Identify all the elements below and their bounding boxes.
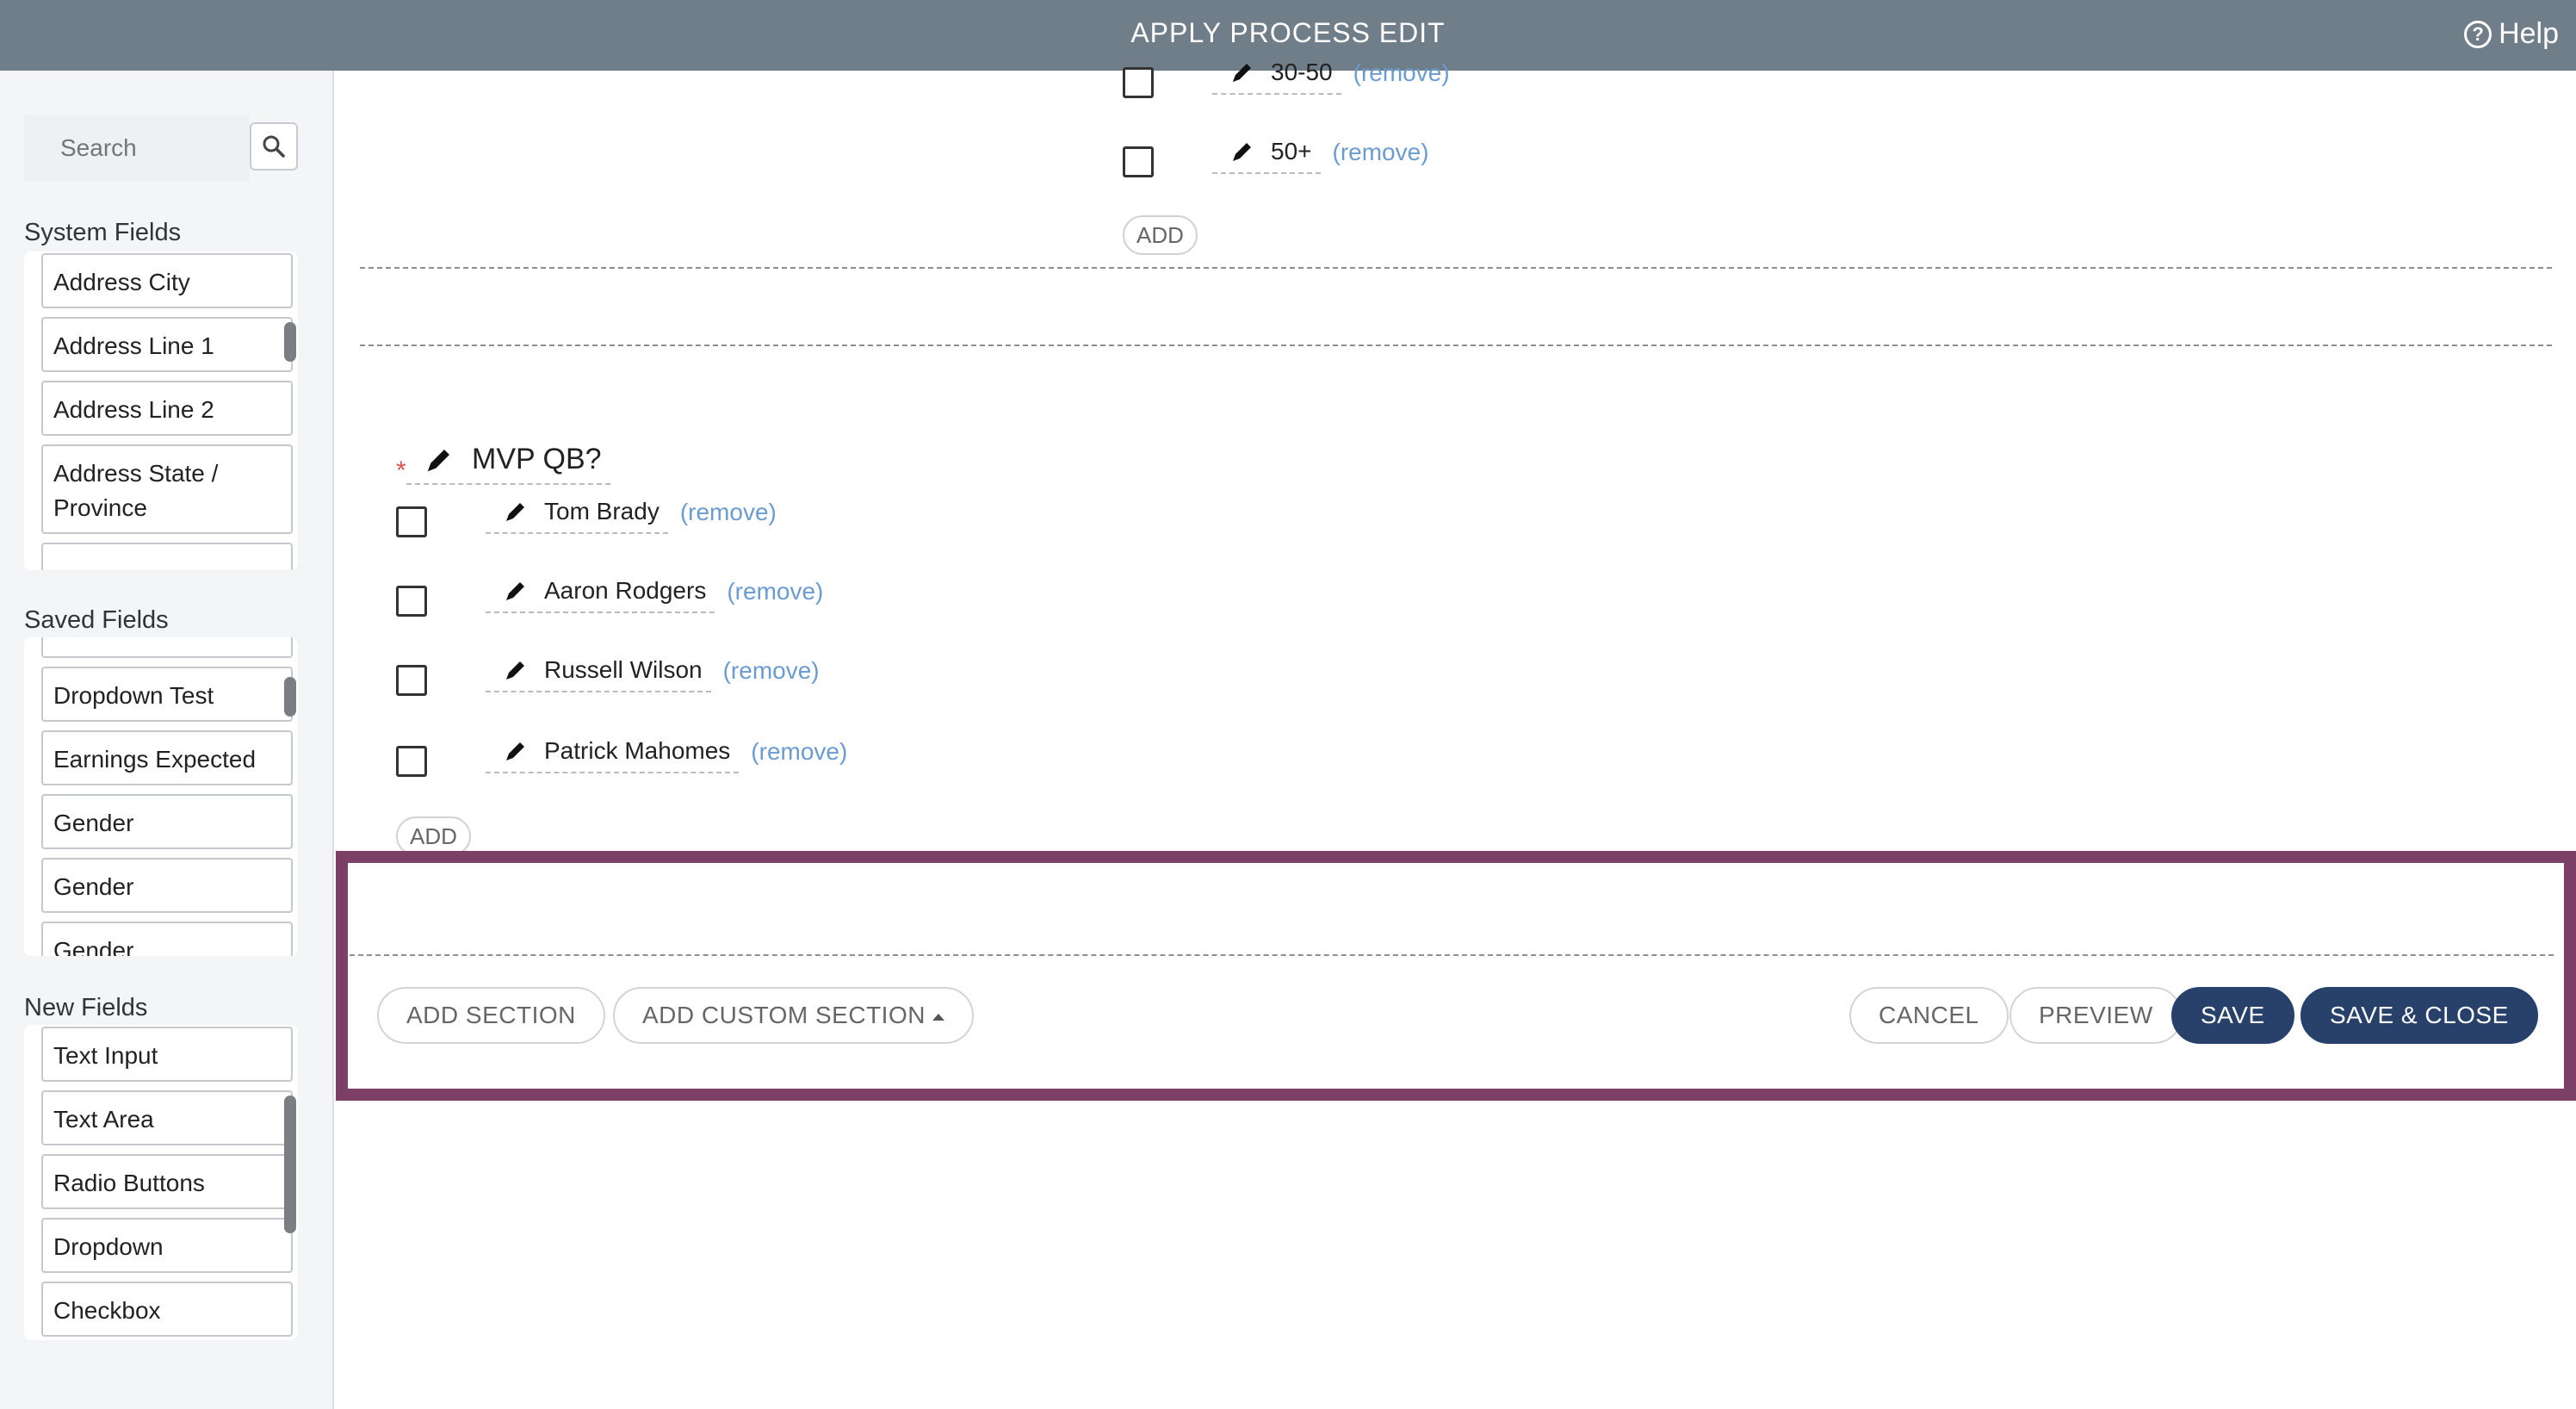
section-divider bbox=[360, 344, 2552, 346]
search-button[interactable] bbox=[250, 122, 298, 171]
field-item[interactable]: Dropdown bbox=[41, 1218, 293, 1273]
field-item[interactable]: Address State / Province bbox=[41, 444, 293, 534]
pencil-icon bbox=[506, 661, 524, 680]
field-item[interactable]: Text Area bbox=[41, 1090, 293, 1145]
option-row: 50+ (remove) bbox=[1212, 138, 1429, 174]
question-label: MVP QB? bbox=[472, 443, 602, 475]
pencil-icon bbox=[506, 742, 524, 760]
add-custom-section-button[interactable]: ADD CUSTOM SECTION bbox=[613, 987, 974, 1044]
caret-up-icon bbox=[932, 1013, 944, 1021]
page-title: APPLY PROCESS EDIT bbox=[1130, 17, 1446, 48]
field-item[interactable]: Address Line 2 bbox=[41, 381, 293, 436]
field-item[interactable]: Text Input bbox=[41, 1027, 293, 1082]
option-label: Aaron Rodgers bbox=[544, 577, 707, 604]
sidebar-search bbox=[24, 115, 298, 181]
help-label: Help bbox=[2499, 17, 2559, 50]
pencil-icon bbox=[1233, 64, 1251, 82]
field-item[interactable]: Gender bbox=[41, 922, 293, 956]
option-row: Aaron Rodgers (remove) bbox=[486, 577, 823, 613]
pencil-icon bbox=[506, 582, 524, 600]
option-checkbox[interactable] bbox=[1123, 67, 1154, 98]
cancel-button[interactable]: CANCEL bbox=[1849, 987, 2009, 1044]
question-circle-icon: ? bbox=[2464, 20, 2492, 48]
option-label: Tom Brady bbox=[544, 498, 659, 524]
field-item[interactable]: Checkbox bbox=[41, 1282, 293, 1337]
option-row: 30-50 (remove) bbox=[1212, 59, 1450, 95]
pencil-icon bbox=[506, 503, 524, 521]
preview-button[interactable]: PREVIEW bbox=[2009, 987, 2183, 1044]
option-label-editable[interactable]: Tom Brady bbox=[486, 498, 668, 534]
field-item[interactable]: Dropdown Test bbox=[41, 667, 293, 722]
new-fields-title: New Fields bbox=[24, 994, 148, 1021]
field-item[interactable]: Gender bbox=[41, 858, 293, 913]
field-sidebar: System Fields Address City Address Line … bbox=[0, 71, 334, 1409]
remove-link[interactable]: (remove) bbox=[1353, 59, 1450, 94]
field-item[interactable] bbox=[41, 543, 293, 570]
footer-action-panel: ADD SECTION ADD CUSTOM SECTION CANCEL PR… bbox=[336, 851, 2576, 1101]
add-custom-section-label: ADD CUSTOM SECTION bbox=[642, 1002, 926, 1028]
help-link[interactable]: ? Help bbox=[2464, 17, 2559, 51]
option-checkbox[interactable] bbox=[396, 665, 427, 696]
save-button[interactable]: SAVE bbox=[2171, 987, 2294, 1044]
remove-link[interactable]: (remove) bbox=[727, 578, 823, 612]
new-fields-panel: Text Input Text Area Radio Buttons Dropd… bbox=[24, 1025, 298, 1340]
option-label-editable[interactable]: 30-50 bbox=[1212, 59, 1341, 95]
option-label: 30-50 bbox=[1271, 59, 1333, 85]
remove-link[interactable]: (remove) bbox=[680, 499, 777, 533]
option-label: Russell Wilson bbox=[544, 656, 703, 683]
remove-link[interactable]: (remove) bbox=[1333, 139, 1429, 173]
option-checkbox[interactable] bbox=[396, 586, 427, 617]
required-marker: * bbox=[396, 456, 406, 485]
option-checkbox[interactable] bbox=[396, 746, 427, 777]
field-item[interactable] bbox=[41, 637, 293, 658]
field-item[interactable]: Address Line 1 bbox=[41, 317, 293, 372]
option-label: Patrick Mahomes bbox=[544, 737, 731, 764]
option-row: Russell Wilson (remove) bbox=[486, 656, 820, 692]
question-row: MVP QB? bbox=[406, 443, 610, 485]
option-label-editable[interactable]: Aaron Rodgers bbox=[486, 577, 715, 613]
field-item[interactable]: Radio Buttons bbox=[41, 1154, 293, 1209]
pencil-icon bbox=[1233, 143, 1251, 161]
search-input[interactable] bbox=[24, 115, 250, 181]
option-checkbox[interactable] bbox=[1123, 146, 1154, 177]
saved-fields-panel: Dropdown Test Earnings Expected Gender G… bbox=[24, 637, 298, 956]
option-label-editable[interactable]: Patrick Mahomes bbox=[486, 737, 740, 773]
section-divider bbox=[360, 267, 2552, 269]
option-label-editable[interactable]: 50+ bbox=[1212, 138, 1321, 174]
remove-link[interactable]: (remove) bbox=[723, 657, 820, 692]
field-item[interactable]: Gender bbox=[41, 794, 293, 849]
field-item[interactable]: Address City bbox=[41, 253, 293, 308]
field-item[interactable]: Earnings Expected bbox=[41, 730, 293, 785]
option-label-editable[interactable]: Russell Wilson bbox=[486, 656, 711, 692]
system-fields-title: System Fields bbox=[24, 219, 182, 246]
add-option-button[interactable]: ADD bbox=[1123, 215, 1198, 255]
remove-link[interactable]: (remove) bbox=[751, 738, 847, 773]
form-canvas: 30-50 (remove) 50+ (remove) ADD * MVP QB… bbox=[336, 59, 2576, 1409]
option-checkbox[interactable] bbox=[396, 506, 427, 537]
add-section-button[interactable]: ADD SECTION bbox=[377, 987, 605, 1044]
scrollbar[interactable] bbox=[284, 1096, 296, 1233]
save-close-button[interactable]: SAVE & CLOSE bbox=[2300, 987, 2538, 1044]
question-label-editable[interactable]: MVP QB? bbox=[406, 443, 610, 485]
option-label: 50+ bbox=[1271, 138, 1312, 164]
scrollbar[interactable] bbox=[284, 677, 296, 717]
option-row: Patrick Mahomes (remove) bbox=[486, 737, 847, 773]
search-icon bbox=[263, 135, 285, 158]
pencil-icon bbox=[427, 449, 449, 471]
section-divider bbox=[350, 954, 2554, 956]
saved-fields-title: Saved Fields bbox=[24, 606, 169, 634]
system-fields-panel: Address City Address Line 1 Address Line… bbox=[24, 251, 298, 570]
option-row: Tom Brady (remove) bbox=[486, 498, 777, 534]
scrollbar[interactable] bbox=[284, 322, 296, 362]
